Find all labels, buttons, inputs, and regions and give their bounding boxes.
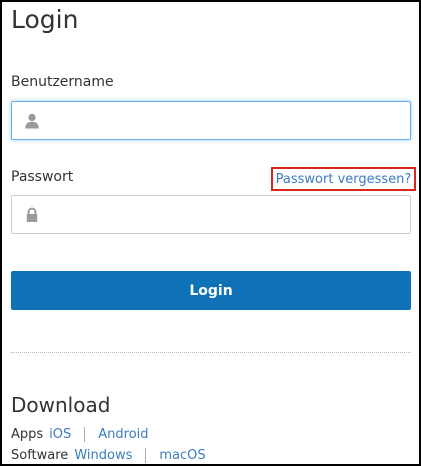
software-row: Software Windows macOS: [11, 446, 206, 464]
page-title: Login: [11, 5, 79, 34]
windows-link[interactable]: Windows: [74, 448, 132, 463]
username-field[interactable]: [11, 101, 411, 140]
login-page: Login Benutzername Passwort Passwort ver…: [0, 0, 421, 466]
user-icon: [24, 113, 40, 129]
section-divider: [11, 352, 411, 353]
apps-label: Apps: [11, 426, 44, 442]
lock-icon: [24, 207, 40, 223]
username-input[interactable]: [50, 102, 400, 139]
download-heading: Download: [11, 393, 111, 417]
forgot-password-link[interactable]: Passwort vergessen?: [271, 167, 416, 191]
link-separator: [145, 447, 147, 463]
link-separator: [84, 426, 86, 442]
password-input[interactable]: [50, 196, 400, 233]
login-button[interactable]: Login: [11, 271, 411, 310]
apps-row: Apps iOS Android: [11, 425, 149, 443]
android-link[interactable]: Android: [98, 427, 148, 442]
password-label: Passwort: [11, 169, 74, 185]
ios-link[interactable]: iOS: [49, 427, 71, 442]
password-field[interactable]: [11, 195, 411, 234]
software-label: Software: [11, 447, 69, 463]
macos-link[interactable]: macOS: [159, 448, 205, 463]
username-label: Benutzername: [11, 74, 114, 90]
